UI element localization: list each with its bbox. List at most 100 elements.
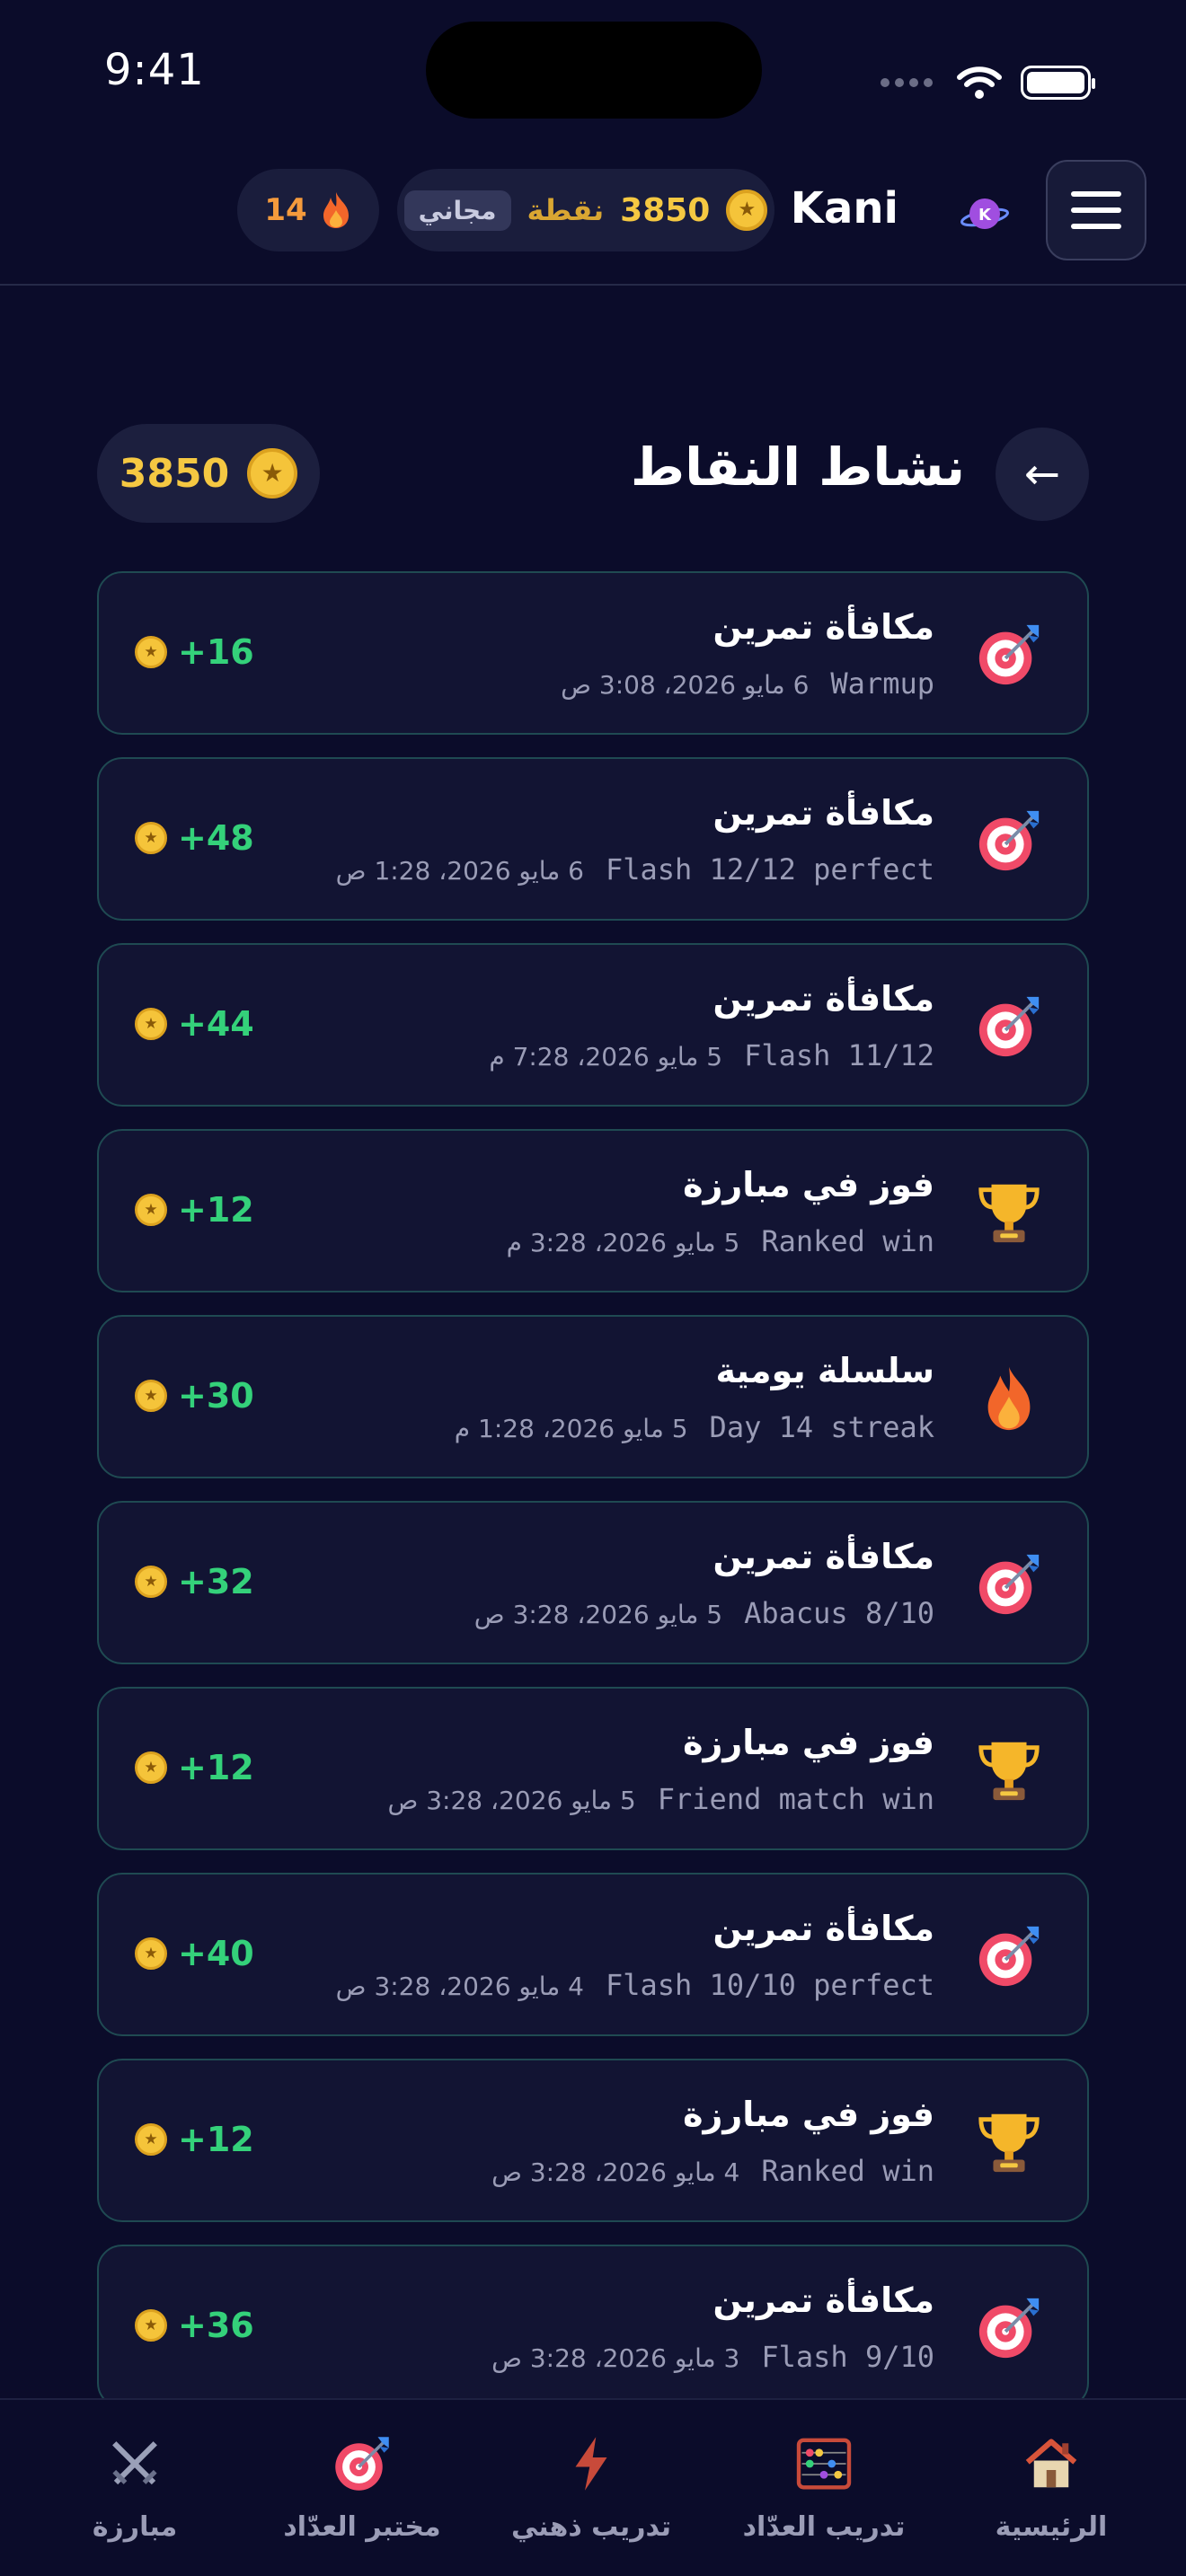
activity-points: ★ 44+ <box>135 1004 254 1044</box>
coin-icon: ★ <box>135 1194 167 1226</box>
activity-points: ★ 12+ <box>135 1190 254 1230</box>
back-button[interactable]: ← <box>996 428 1089 521</box>
activity-points: ★ 30+ <box>135 1376 254 1416</box>
hamburger-icon <box>1071 191 1121 197</box>
page-title: نشاط النقاط <box>630 437 965 498</box>
coin-icon: ★ <box>135 822 167 854</box>
avatar-planet-icon[interactable]: K <box>960 189 1010 239</box>
activity-points: ★ 36+ <box>135 2306 254 2345</box>
activity-list: مكافأة تمرين 6 مايو 2026، 3:08 ص Warmup ★ 16… <box>97 571 1089 2430</box>
coin-icon: ★ <box>135 1380 167 1412</box>
activity-points: ★ 12+ <box>135 1748 254 1787</box>
activity-points: ★ 32+ <box>135 1562 254 1601</box>
activity-meta: 6 مايو 2026، 1:28 ص Flash 12/12 perfect <box>336 852 934 887</box>
activity-date: 4 مايو 2026، 3:28 ص <box>491 2157 740 2187</box>
activity-title: مكافأة تمرين <box>712 2280 934 2320</box>
activity-note: Flash 12/12 perfect <box>605 852 934 887</box>
dynamic-island <box>426 22 762 119</box>
activity-date: 5 مايو 2026، 7:28 م <box>489 1042 723 1072</box>
wifi-icon <box>957 66 1002 99</box>
nav-item[interactable]: تدريب العدّاد <box>716 2432 932 2543</box>
nav-item[interactable]: مختبر العدّاد <box>254 2432 470 2543</box>
activity-meta: 4 مايو 2026، 3:28 ص Ranked win <box>491 2154 934 2188</box>
activity-title: مكافأة تمرين <box>712 979 934 1019</box>
points-activity-screen: 9:41 K Kani مجاني نقطة 3850 ★ 14 ← نشاط … <box>0 0 1186 2576</box>
activity-note: Ranked win <box>761 1224 934 1258</box>
lightning-icon <box>560 2432 623 2495</box>
menu-button[interactable] <box>1046 160 1146 260</box>
balance-pill: 3850 ★ <box>97 424 320 523</box>
activity-note: Flash 9/10 <box>761 2340 934 2374</box>
points-earned: 16+ <box>178 632 254 672</box>
activity-note: Abacus 8/10 <box>744 1596 934 1630</box>
activity-meta: 4 مايو 2026، 3:28 ص Flash 10/10 perfect <box>336 1968 934 2002</box>
bottom-navigation: الرئيسية تدريب العدّاد تدريب ذهني مختبر الع… <box>0 2398 1186 2576</box>
nav-label: مبارزة <box>92 2511 178 2543</box>
nav-item[interactable]: مبارزة <box>27 2432 243 2543</box>
activity-card: مكافأة تمرين 5 مايو 2026، 7:28 م Flash 11/… <box>97 943 1089 1107</box>
points-value: 3850 <box>620 191 711 229</box>
activity-card: مكافأة تمرين 3 مايو 2026، 3:28 ص Flash 9/1… <box>97 2245 1089 2408</box>
nav-item[interactable]: الرئيسية <box>943 2432 1159 2543</box>
target-icon <box>331 2432 394 2495</box>
trophy-icon <box>974 2107 1044 2177</box>
target-icon <box>974 2293 1044 2363</box>
activity-card: فوز في مبارزة 4 مايو 2026، 3:28 ص Ranked w… <box>97 2059 1089 2222</box>
activity-title: فوز في مبارزة <box>683 1723 934 1762</box>
activity-date: 6 مايو 2026، 3:08 ص <box>561 670 810 700</box>
activity-meta: 5 مايو 2026، 1:28 م Day 14 streak <box>455 1410 934 1444</box>
coin-icon: ★ <box>135 1937 167 1970</box>
activity-title: فوز في مبارزة <box>683 1165 934 1204</box>
activity-date: 4 مايو 2026، 3:28 ص <box>335 1972 584 2001</box>
user-name: Kani <box>790 183 898 234</box>
activity-meta: 5 مايو 2026، 3:28 ص Abacus 8/10 <box>474 1596 934 1630</box>
coin-icon: ★ <box>247 448 298 498</box>
points-earned: 32+ <box>178 1562 254 1601</box>
points-summary-pill[interactable]: مجاني نقطة 3850 ★ <box>397 169 774 251</box>
activity-meta: 3 مايو 2026، 3:28 ص Flash 9/10 <box>491 2340 934 2374</box>
coin-icon: ★ <box>135 2123 167 2156</box>
coin-icon: ★ <box>135 636 167 668</box>
activity-date: 3 مايو 2026، 3:28 ص <box>491 2343 740 2373</box>
activity-title: سلسلة يومية <box>715 1351 934 1390</box>
activity-meta: 5 مايو 2026، 3:28 ص Friend match win <box>387 1782 934 1816</box>
points-earned: 48+ <box>178 818 254 858</box>
activity-date: 5 مايو 2026، 3:28 ص <box>474 1600 723 1629</box>
streak-count: 14 <box>264 192 307 228</box>
activity-points: ★ 48+ <box>135 818 254 858</box>
cellular-signal-icon <box>881 78 933 87</box>
activity-note: Friend match win <box>657 1782 934 1816</box>
balance-value: 3850 <box>119 450 230 497</box>
activity-title: مكافأة تمرين <box>712 1537 934 1576</box>
status-time: 9:41 <box>104 45 205 95</box>
activity-points: ★ 16+ <box>135 632 254 672</box>
status-icons <box>881 65 1095 101</box>
points-earned: 12+ <box>178 2120 254 2159</box>
nav-item[interactable]: تدريب ذهني <box>483 2432 699 2543</box>
abacus-icon <box>792 2432 855 2495</box>
activity-points: ★ 40+ <box>135 1934 254 1973</box>
activity-card: مكافأة تمرين 4 مايو 2026، 3:28 ص Flash 10/… <box>97 1873 1089 2036</box>
activity-card: مكافأة تمرين 6 مايو 2026، 3:08 ص Warmup ★ 16… <box>97 571 1089 735</box>
activity-date: 5 مايو 2026، 1:28 م <box>454 1414 688 1443</box>
points-earned: 30+ <box>178 1376 254 1416</box>
activity-card: مكافأة تمرين 6 مايو 2026، 1:28 ص Flash 12/… <box>97 757 1089 921</box>
target-icon <box>974 620 1044 690</box>
activity-note: Flash 11/12 <box>744 1038 934 1072</box>
activity-card: مكافأة تمرين 5 مايو 2026، 3:28 ص Abacus 8/… <box>97 1501 1089 1664</box>
points-earned: 12+ <box>178 1748 254 1787</box>
activity-date: 5 مايو 2026، 3:28 م <box>506 1228 740 1257</box>
activity-meta: 5 مايو 2026، 3:28 م Ranked win <box>507 1224 934 1258</box>
coin-icon: ★ <box>135 1008 167 1040</box>
activity-title: مكافأة تمرين <box>712 1909 934 1948</box>
activity-points: ★ 12+ <box>135 2120 254 2159</box>
nav-label: تدريب ذهني <box>510 2511 672 2543</box>
battery-icon <box>1021 66 1095 100</box>
nav-label: الرئيسية <box>995 2511 1108 2543</box>
activity-meta: 5 مايو 2026، 7:28 م Flash 11/12 <box>489 1038 934 1072</box>
activity-note: Ranked win <box>761 2154 934 2188</box>
activity-title: مكافأة تمرين <box>712 607 934 647</box>
points-unit-label: نقطة <box>527 193 605 227</box>
streak-pill[interactable]: 14 <box>237 169 379 251</box>
points-earned: 44+ <box>178 1004 254 1044</box>
